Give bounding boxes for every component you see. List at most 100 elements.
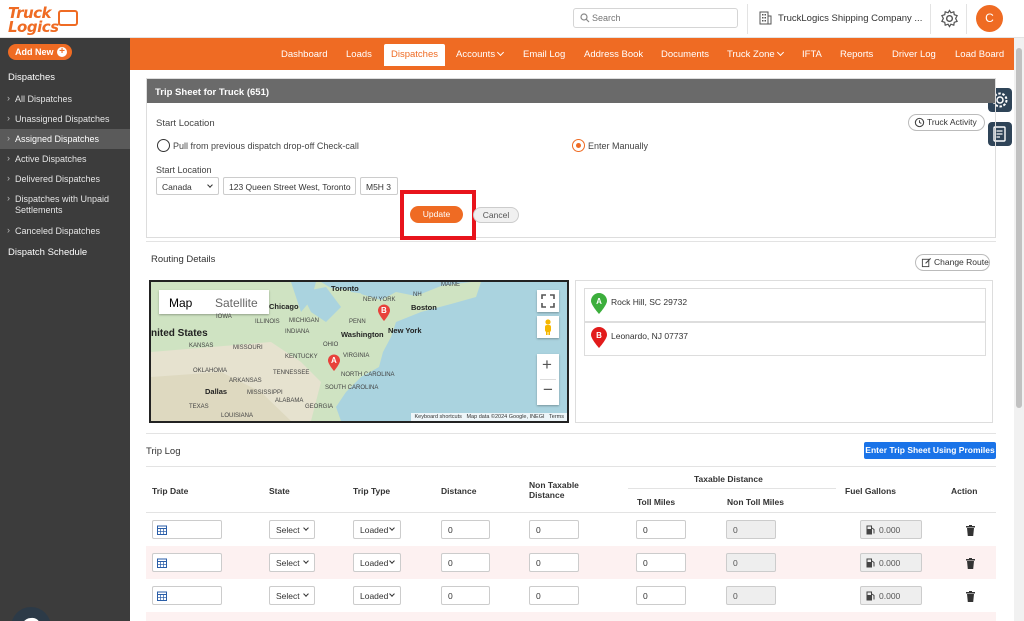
table-row bbox=[146, 612, 996, 621]
distance-input[interactable]: 0 bbox=[441, 553, 490, 572]
route-stop-a-label: Rock Hill, SC 29732 bbox=[611, 297, 688, 307]
scrollbar-thumb[interactable] bbox=[1016, 48, 1022, 408]
col-toll-miles: Toll Miles bbox=[637, 497, 676, 507]
map-label-alabama: ALABAMA bbox=[275, 398, 304, 404]
fuel-gallons-field: 0.000 bbox=[860, 520, 922, 539]
table-top-border bbox=[146, 466, 996, 467]
street-view-pegman[interactable] bbox=[537, 316, 559, 338]
fullscreen-button[interactable] bbox=[537, 290, 559, 312]
nav-documents[interactable]: Documents bbox=[661, 49, 709, 60]
zoom-out-button[interactable]: − bbox=[543, 380, 553, 400]
truck-logo-icon bbox=[58, 10, 78, 26]
promiles-button[interactable]: Enter Trip Sheet Using Promiles bbox=[864, 442, 996, 459]
nav-ifta[interactable]: IFTA bbox=[802, 49, 822, 60]
radio-pull-previous[interactable] bbox=[157, 139, 170, 152]
non-taxable-input[interactable]: 0 bbox=[529, 553, 579, 572]
sidebar-item-assigned-dispatches[interactable]: Assigned Dispatches bbox=[0, 129, 130, 149]
col-trip-date: Trip Date bbox=[152, 486, 189, 496]
sidebar-item-unpaid-settlements[interactable]: Dispatches with Unpaid Settlements bbox=[0, 189, 130, 221]
search-box[interactable] bbox=[573, 8, 738, 28]
sidebar-item-canceled-dispatches[interactable]: Canceled Dispatches bbox=[0, 221, 130, 241]
state-select[interactable]: Select bbox=[269, 553, 315, 572]
cancel-button[interactable]: Cancel bbox=[473, 207, 519, 223]
trip-date-input[interactable] bbox=[152, 520, 222, 539]
search-input[interactable] bbox=[592, 11, 732, 25]
company-selector[interactable]: TruckLogics Shipping Company ... bbox=[758, 10, 923, 28]
map-label-new-york-state: NEW YORK bbox=[363, 297, 396, 303]
sidebar-item-all-dispatches[interactable]: All Dispatches bbox=[0, 89, 130, 109]
nav-dashboard[interactable]: Dashboard bbox=[281, 49, 327, 60]
map-label-toronto: Toronto bbox=[331, 284, 359, 293]
history-icon bbox=[914, 117, 925, 128]
page-scrollbar[interactable] bbox=[1014, 38, 1024, 621]
nav-reports[interactable]: Reports bbox=[840, 49, 873, 60]
map-label-texas: TEXAS bbox=[189, 404, 209, 410]
state-select[interactable]: Select bbox=[269, 520, 315, 539]
add-new-button[interactable]: Add New + bbox=[8, 44, 72, 60]
trip-log-title: Trip Log bbox=[146, 446, 181, 457]
address-field[interactable]: 123 Queen Street West, Toronto bbox=[223, 177, 356, 195]
nav-loads[interactable]: Loads bbox=[346, 49, 372, 60]
table-row: Select Loaded 0 0 0 0 0.000 bbox=[146, 546, 996, 579]
radio-enter-manually[interactable] bbox=[572, 139, 585, 152]
map-tab-satellite[interactable]: Satellite bbox=[215, 296, 258, 310]
sidebar-item-delivered-dispatches[interactable]: Delivered Dispatches bbox=[0, 169, 130, 189]
distance-input[interactable]: 0 bbox=[441, 520, 490, 539]
chat-widget-button[interactable] bbox=[11, 607, 51, 621]
col-distance: Distance bbox=[441, 486, 477, 496]
trucklogics-logo[interactable]: Truck Logics bbox=[6, 4, 78, 36]
route-stops-panel: A Rock Hill, SC 29732 B Leonardo, NJ 077… bbox=[575, 280, 993, 423]
nav-address-book[interactable]: Address Book bbox=[584, 49, 643, 60]
toll-miles-input[interactable]: 0 bbox=[636, 586, 686, 605]
sidebar-item-active-dispatches[interactable]: Active Dispatches bbox=[0, 149, 130, 169]
chat-icon bbox=[24, 617, 39, 621]
col-trip-type: Trip Type bbox=[353, 486, 391, 496]
keyboard-shortcuts-link[interactable]: Keyboard shortcuts bbox=[414, 414, 461, 420]
trash-icon[interactable] bbox=[966, 525, 975, 536]
gear-icon[interactable] bbox=[940, 9, 959, 28]
route-map[interactable]: Map Satellite + − Toronto Boston New Yor… bbox=[149, 280, 569, 423]
map-label-new-york: New York bbox=[388, 326, 422, 335]
panel-title: Trip Sheet for Truck (651) bbox=[147, 79, 995, 103]
non-taxable-input[interactable]: 0 bbox=[529, 520, 579, 539]
map-attribution: Keyboard shortcuts Map data ©2024 Google… bbox=[411, 413, 567, 421]
map-label-michigan: MICHIGAN bbox=[289, 318, 319, 324]
trip-type-select[interactable]: Loaded bbox=[353, 553, 401, 572]
col-action: Action bbox=[951, 486, 978, 496]
trip-date-input[interactable] bbox=[152, 553, 222, 572]
change-route-button[interactable]: Change Route bbox=[915, 254, 990, 271]
map-label-georgia: GEORGIA bbox=[305, 404, 334, 410]
toll-miles-input[interactable]: 0 bbox=[636, 553, 686, 572]
nav-dispatches[interactable]: Dispatches bbox=[384, 44, 445, 66]
avatar[interactable]: C bbox=[976, 5, 1003, 32]
sidebar-item-dispatch-schedule[interactable]: Dispatch Schedule bbox=[0, 241, 130, 264]
non-taxable-input[interactable]: 0 bbox=[529, 586, 579, 605]
country-select[interactable]: Canada bbox=[156, 177, 219, 195]
truck-activity-button[interactable]: Truck Activity bbox=[908, 114, 985, 131]
map-label-mississippi: MISSISSIPPI bbox=[247, 390, 283, 396]
sidebar-item-unassigned-dispatches[interactable]: Unassigned Dispatches bbox=[0, 109, 130, 129]
toll-miles-input[interactable]: 0 bbox=[636, 520, 686, 539]
calendar-icon bbox=[157, 558, 167, 568]
map-pin-green-icon: A bbox=[591, 293, 607, 314]
plus-icon: + bbox=[57, 47, 67, 57]
state-select[interactable]: Select bbox=[269, 586, 315, 605]
col-state: State bbox=[269, 486, 290, 496]
trip-type-select[interactable]: Loaded bbox=[353, 586, 401, 605]
map-tab-map[interactable]: Map bbox=[169, 296, 192, 310]
terms-link[interactable]: Terms bbox=[549, 414, 564, 420]
sidebar: Add New + Dispatches All Dispatches Unas… bbox=[0, 38, 130, 621]
nav-driver-log[interactable]: Driver Log bbox=[892, 49, 936, 60]
trip-sheet-panel: Trip Sheet for Truck (651) bbox=[146, 78, 996, 238]
trip-date-input[interactable] bbox=[152, 586, 222, 605]
nav-truck-zone[interactable]: Truck Zone bbox=[727, 48, 784, 60]
trip-type-select[interactable]: Loaded bbox=[353, 520, 401, 539]
zoom-in-button[interactable]: + bbox=[542, 355, 552, 375]
trash-icon[interactable] bbox=[966, 591, 975, 602]
nav-load-board[interactable]: Load Board bbox=[955, 49, 1004, 60]
trash-icon[interactable] bbox=[966, 558, 975, 569]
postal-code-field[interactable]: M5H 3 bbox=[360, 177, 398, 195]
distance-input[interactable]: 0 bbox=[441, 586, 490, 605]
nav-accounts[interactable]: Accounts bbox=[456, 48, 505, 60]
nav-email-log[interactable]: Email Log bbox=[523, 49, 565, 60]
